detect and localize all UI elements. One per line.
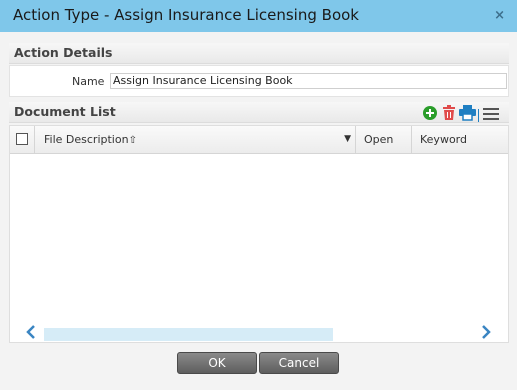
add-circle-icon[interactable] xyxy=(422,105,438,125)
action-details-panel: Name Assign Insurance Licensing Book xyxy=(9,65,509,97)
action-details-header: Action Details xyxy=(9,43,509,64)
name-label: Name xyxy=(72,75,105,88)
column-file-description[interactable]: File Description⇧ ▼ xyxy=(35,126,356,153)
column-open-label: Open xyxy=(364,133,394,146)
scroll-left-icon[interactable] xyxy=(26,325,36,342)
dialog-title: Action Type - Assign Insurance Licensing… xyxy=(13,6,359,24)
column-keyword-label: Keyword xyxy=(420,133,467,146)
separator-bar xyxy=(478,107,480,126)
cancel-button[interactable]: Cancel xyxy=(259,352,339,374)
document-grid: File Description⇧ ▼ Open Keyword xyxy=(9,125,509,343)
filter-dropdown-icon[interactable]: ▼ xyxy=(344,126,351,153)
document-list-heading: Document List xyxy=(14,104,116,119)
name-field[interactable]: Assign Insurance Licensing Book xyxy=(110,73,507,89)
grid-header: File Description⇧ ▼ Open Keyword xyxy=(10,126,508,154)
horizontal-scrollbar-thumb[interactable] xyxy=(44,328,333,341)
printer-icon[interactable] xyxy=(459,105,476,125)
column-file-description-label: File Description xyxy=(44,133,129,146)
list-menu-icon[interactable] xyxy=(483,106,499,125)
dialog-titlebar: Action Type - Assign Insurance Licensing… xyxy=(0,0,517,32)
column-keyword[interactable]: Keyword xyxy=(412,126,508,153)
select-all-checkbox[interactable] xyxy=(16,133,28,145)
trash-icon[interactable] xyxy=(442,105,456,125)
close-icon[interactable]: × xyxy=(494,8,505,23)
sort-asc-icon: ⇧ xyxy=(128,135,137,146)
column-open[interactable]: Open xyxy=(356,126,412,153)
action-details-heading: Action Details xyxy=(14,45,113,60)
ok-button[interactable]: OK xyxy=(177,352,257,374)
scroll-right-icon[interactable] xyxy=(481,325,491,342)
select-all-cell xyxy=(10,126,35,153)
